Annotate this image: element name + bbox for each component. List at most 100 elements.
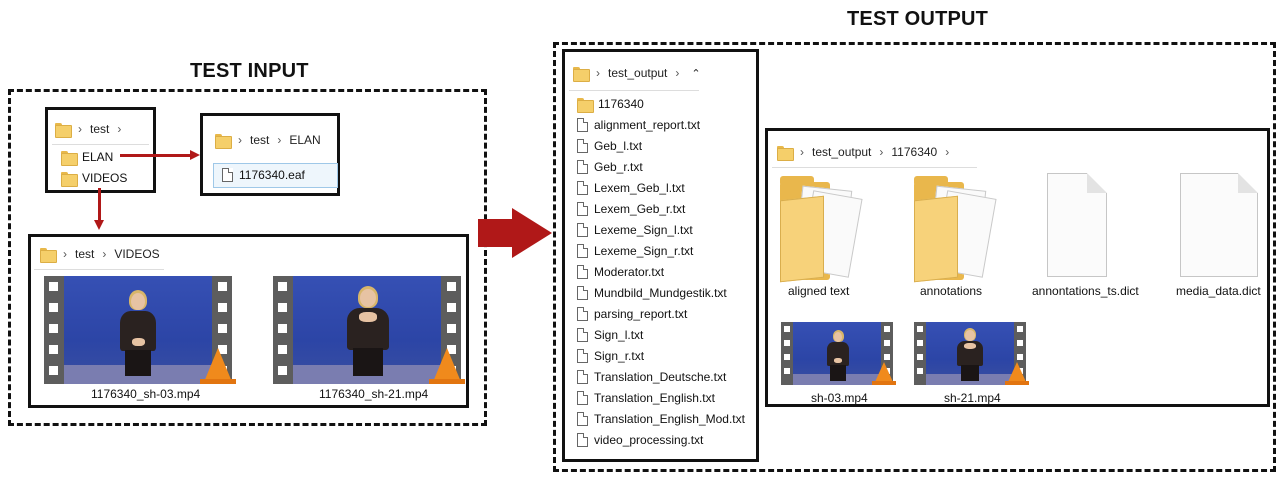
item-label: 1176340	[598, 97, 644, 111]
annontations-ts-dict-file-icon[interactable]	[1047, 173, 1107, 277]
item-label: alignment_report.txt	[594, 118, 701, 132]
vlc-cone-icon	[204, 348, 232, 382]
file-icon	[577, 433, 588, 447]
folder-icon	[777, 145, 794, 161]
vlc-base	[872, 381, 896, 385]
selected-file[interactable]: 1176340.eaf	[213, 163, 338, 188]
folder-icon	[577, 97, 594, 113]
file-icon	[577, 265, 588, 279]
item-label: Sign_r.txt	[594, 349, 645, 363]
crumb-test[interactable]: test	[90, 122, 109, 136]
file-icon	[577, 307, 588, 321]
icon-label: annotations	[920, 284, 983, 298]
breadcrumb: › test_output › 1176340 ›	[777, 145, 957, 161]
item-label: parsing_report.txt	[594, 307, 688, 321]
vlc-cone-icon	[433, 348, 461, 382]
video-label: 1176340_sh-03.mp4	[91, 387, 201, 401]
item-label: Translation_Deutsche.txt	[594, 370, 727, 384]
chevron-right-icon: ›	[945, 145, 950, 159]
breadcrumb: › test › ELAN	[215, 133, 321, 149]
crumb-videos[interactable]: VIDEOS	[114, 247, 159, 261]
chevron-up-icon[interactable]: ⌃	[691, 67, 700, 80]
list-item-file[interactable]: Lexem_Geb_l.txt	[577, 181, 685, 195]
list-item-file[interactable]: Lexeme_Sign_l.txt	[577, 223, 693, 237]
divider	[772, 167, 977, 168]
item-label: Mundbild_Mundgestik.txt	[594, 286, 727, 300]
list-item-elan[interactable]: ELAN	[61, 150, 114, 166]
vlc-base	[429, 379, 465, 384]
list-item-file[interactable]: Moderator.txt	[577, 265, 664, 279]
list-item-file[interactable]: Translation_Deutsche.txt	[577, 370, 726, 384]
crumb-test-output[interactable]: test_output	[608, 66, 667, 80]
video-thumbnail-sh-03[interactable]	[44, 276, 236, 384]
crumb-elan[interactable]: ELAN	[289, 133, 320, 147]
chevron-right-icon: ›	[675, 66, 680, 80]
videos-folder-window: › test › VIDEOS 1176340_sh-03.mp4 117634…	[28, 234, 469, 408]
item-label: Geb_r.txt	[594, 160, 643, 174]
test-output-folder-window: › test_output › ⌃ 1176340 alignment_repor…	[562, 49, 759, 462]
crumb-test[interactable]: test	[250, 133, 269, 147]
arrow-videos	[98, 188, 101, 222]
test-folder-window: › test › ELAN VIDEOS	[45, 107, 156, 193]
file-icon	[577, 202, 588, 216]
list-item-file[interactable]: video_processing.txt	[577, 433, 703, 447]
chevron-right-icon: ›	[879, 145, 884, 159]
chevron-right-icon: ›	[238, 133, 242, 147]
list-item-file[interactable]: Mundbild_Mundgestik.txt	[577, 286, 727, 300]
crumb-1176340[interactable]: 1176340	[891, 145, 937, 159]
vlc-base	[200, 379, 236, 384]
divider	[52, 144, 149, 145]
media-data-dict-file-icon[interactable]	[1180, 173, 1258, 277]
item-label: Geb_l.txt	[594, 139, 643, 153]
item-label: ELAN	[82, 150, 114, 164]
list-item-file[interactable]: Geb_r.txt	[577, 160, 643, 174]
chevron-right-icon: ›	[596, 66, 600, 80]
folder-icon	[215, 133, 232, 149]
folder-icon	[573, 66, 590, 82]
arrow-head	[190, 150, 200, 160]
item-label: Lexem_Geb_l.txt	[594, 181, 685, 195]
chevron-right-icon: ›	[78, 122, 82, 136]
list-item-file[interactable]: Sign_r.txt	[577, 349, 644, 363]
video-label: 1176340_sh-21.mp4	[319, 387, 429, 401]
signer-figure	[116, 290, 160, 382]
video-thumbnail-sh-21[interactable]	[914, 322, 1029, 385]
list-item-file[interactable]: alignment_report.txt	[577, 118, 700, 132]
list-item-videos[interactable]: VIDEOS	[61, 171, 127, 187]
list-item-file[interactable]: parsing_report.txt	[577, 307, 687, 321]
list-item-file[interactable]: Geb_l.txt	[577, 139, 642, 153]
folder-icon	[55, 122, 72, 138]
file-icon	[577, 328, 588, 342]
video-label: sh-03.mp4	[811, 391, 868, 405]
item-label: Translation_English.txt	[594, 391, 715, 405]
video-thumbnail-sh-21[interactable]	[273, 276, 465, 384]
aligned-text-folder-icon[interactable]	[780, 176, 863, 283]
vlc-cone-icon	[875, 362, 893, 382]
list-item-file[interactable]: Sign_l.txt	[577, 328, 643, 342]
list-item-file[interactable]: Translation_English_Mod.txt	[577, 412, 745, 426]
file-icon	[577, 244, 588, 258]
list-item-file[interactable]: Lexem_Geb_r.txt	[577, 202, 685, 216]
signer-figure	[954, 328, 986, 384]
process-arrow-head	[512, 208, 552, 258]
list-item-file[interactable]: Lexeme_Sign_r.txt	[577, 244, 693, 258]
item-label: video_processing.txt	[594, 433, 704, 447]
test-output-title: TEST OUTPUT	[847, 8, 989, 30]
crumb-test-output[interactable]: test_output	[812, 145, 871, 159]
annotations-folder-icon[interactable]	[914, 176, 997, 283]
folder-icon	[40, 247, 57, 263]
vlc-cone-icon	[1008, 362, 1026, 382]
file-icon	[222, 168, 233, 182]
item-label: Translation_English_Mod.txt	[594, 412, 745, 426]
signer-figure	[825, 330, 851, 384]
video-thumbnail-sh-03[interactable]	[781, 322, 896, 385]
vlc-base	[1005, 381, 1029, 385]
chevron-right-icon: ›	[102, 247, 107, 261]
list-item-folder[interactable]: 1176340	[577, 97, 644, 113]
crumb-test[interactable]: test	[75, 247, 94, 261]
list-item-file[interactable]: Translation_English.txt	[577, 391, 715, 405]
chevron-right-icon: ›	[800, 145, 804, 159]
icon-label: aligned text	[788, 284, 850, 298]
output-subfolder-window: › test_output › 1176340 › aligned text a…	[765, 128, 1270, 407]
file-icon	[577, 286, 588, 300]
